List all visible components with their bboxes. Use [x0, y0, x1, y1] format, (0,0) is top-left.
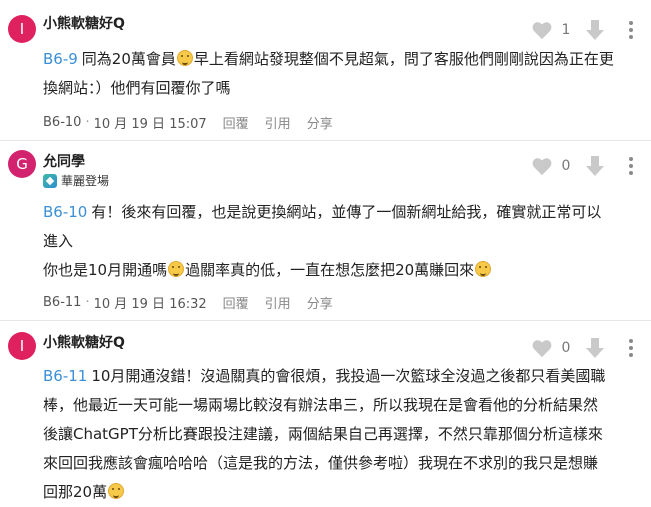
comment-controls: 1 [531, 18, 641, 42]
more-vertical-icon[interactable] [621, 19, 641, 41]
author-name[interactable]: 小熊軟糖好Q [43, 13, 125, 33]
reply-button[interactable]: 回覆 [223, 113, 249, 132]
comment-meta: B6-10 · 10 月 19 日 15:07 回覆 引用 分享 [43, 113, 333, 132]
floor-reference-link[interactable]: B6-11 [43, 367, 87, 385]
comment-body: B6-9 同為20萬會員 早上看網站發現整個不見超氣，問了客服他們剛剛說因為正在更 … [43, 45, 643, 103]
like-count: 0 [561, 158, 571, 174]
badge-diamond-icon [43, 173, 57, 188]
floor-number: B6-11 [43, 295, 82, 310]
timestamp: 10 月 19 日 16:32 [93, 297, 207, 312]
comment-text: 進入 [43, 232, 74, 250]
comment-text: 你也是10月開通嗎 [43, 261, 168, 279]
quote-button[interactable]: 引用 [265, 113, 291, 132]
like-count: 1 [561, 22, 571, 38]
comment-text: 同為20萬會員 [81, 50, 176, 68]
avatar[interactable]: I [8, 332, 36, 360]
grinning-face-icon [176, 50, 193, 66]
comment-item: I 小熊軟糖好Q 0 B6-11 10月開通沒錯！沒過關真的會很煩，我投過一次籃球… [0, 320, 651, 507]
author-name[interactable]: 允同學 [43, 151, 85, 171]
comment-text: 過關率真的低，一直在想怎麼把20萬賺回來 [185, 261, 475, 279]
tired-face-icon [475, 261, 492, 277]
reply-button[interactable]: 回覆 [223, 293, 249, 312]
comment-text: 10月開通沒錯！沒過關真的會很煩，我投過一次籃球全沒過之後都只看美國職 [91, 367, 606, 385]
comment-controls: 0 [531, 336, 641, 360]
thumb-down-arrow-icon[interactable] [585, 19, 605, 41]
badge-label: 華麗登場 [61, 174, 110, 188]
comment-item: I 小熊軟糖好Q 1 B6-9 同為20萬會員 早上看網站發現整個不見超氣，問了客服… [0, 0, 651, 140]
timestamp: 10 月 19 日 15:07 [93, 117, 207, 132]
share-button[interactable]: 分享 [307, 293, 333, 312]
more-vertical-icon[interactable] [621, 155, 641, 177]
floor-number: B6-10 [43, 115, 82, 130]
meta-separator: · [85, 295, 90, 310]
heart-icon[interactable] [531, 20, 553, 40]
author-name[interactable]: 小熊軟糖好Q [43, 332, 125, 352]
heart-icon[interactable] [531, 338, 553, 358]
avatar[interactable]: G [8, 150, 36, 178]
user-badge: 華麗登場 [43, 172, 109, 189]
comment-text: 來回回我應該會瘋哈哈哈（這是我的方法，僅供參考啦）我現在不求別的我只是想賺 [43, 454, 599, 472]
floor-reference-link[interactable]: B6-9 [43, 50, 78, 68]
more-vertical-icon[interactable] [621, 337, 641, 359]
comment-item: G 允同學 華麗登場 0 B6-10 有！後來有回覆，也是說更換網站，並傳了一個新… [0, 140, 651, 320]
comment-body: B6-10 有！後來有回覆，也是說更換網站，並傳了一個新網址給我，確實就正常可以 … [43, 198, 643, 285]
comment-meta: B6-11 · 10 月 19 日 16:32 回覆 引用 分享 [43, 293, 333, 312]
weary-face-icon [108, 483, 125, 499]
comment-text: 早上看網站發現整個不見超氣，問了客服他們剛剛說因為正在更 [193, 50, 614, 68]
quote-button[interactable]: 引用 [265, 293, 291, 312]
comment-text: 換網站：）他們有回覆你了嗎 [43, 79, 231, 97]
comment-text: 棒，他最近一天可能一場兩場比較沒有辦法串三，所以我現在是會看他的分析結果然 [43, 396, 599, 414]
floor-reference-link[interactable]: B6-10 [43, 203, 87, 221]
meta-separator: · [85, 115, 90, 130]
comment-text: 後讓ChatGPT分析比賽跟投注建議，兩個結果自己再選擇，不然只靠那個分析這樣來 [43, 425, 603, 443]
thumb-down-arrow-icon[interactable] [585, 337, 605, 359]
comment-controls: 0 [531, 154, 641, 178]
comment-body: B6-11 10月開通沒錯！沒過關真的會很煩，我投過一次籃球全沒過之後都只看美國職… [43, 362, 643, 507]
share-button[interactable]: 分享 [307, 113, 333, 132]
cold-sweat-face-icon [168, 261, 185, 277]
avatar[interactable]: I [8, 15, 36, 43]
comment-text: 回那20萬 [43, 483, 108, 501]
heart-icon[interactable] [531, 156, 553, 176]
thumb-down-arrow-icon[interactable] [585, 155, 605, 177]
comment-text: 有！後來有回覆，也是說更換網站，並傳了一個新網址給我，確實就正常可以 [91, 203, 602, 221]
like-count: 0 [561, 340, 571, 356]
